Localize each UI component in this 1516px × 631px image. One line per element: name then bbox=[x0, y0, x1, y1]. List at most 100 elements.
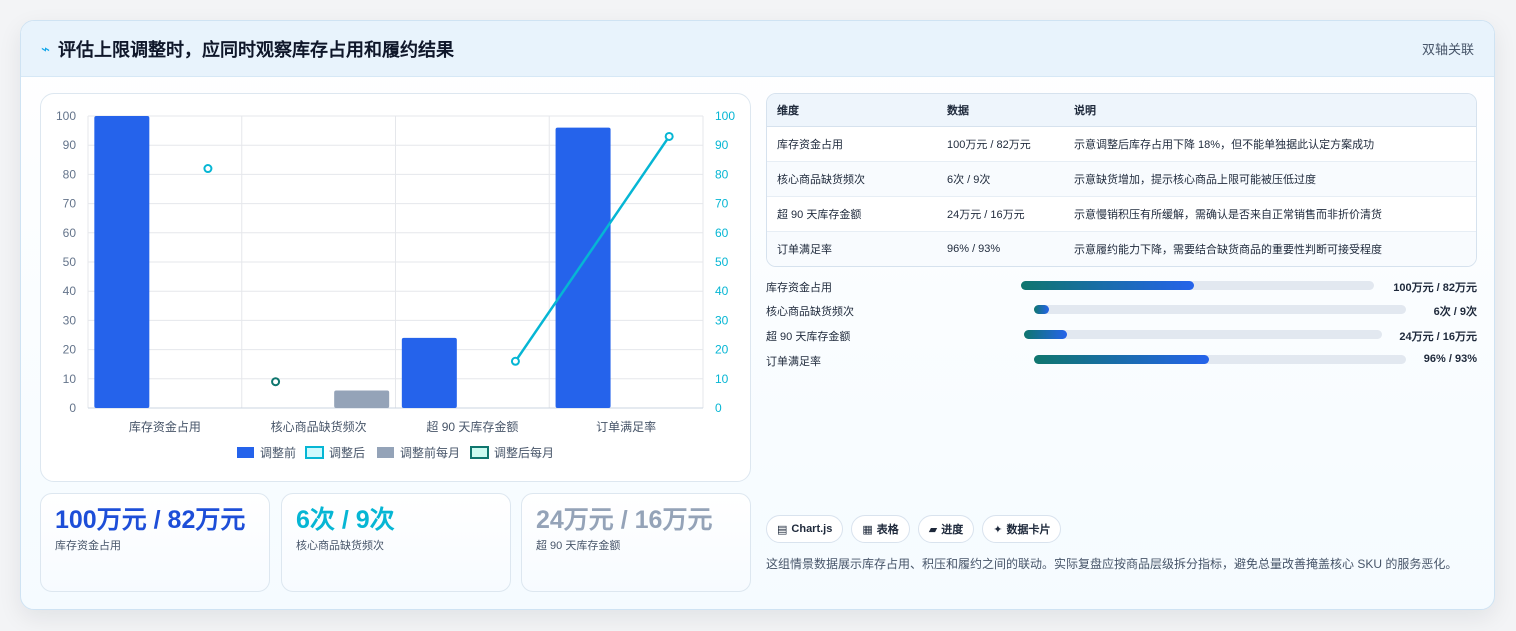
combo-chart: 0 0 10 10 20 20 30 30 40 40 50 50 60 60 70 70 80 80 90 90 10… bbox=[40, 93, 751, 482]
table-header-row: 维度 数据 说明 bbox=[767, 94, 1476, 127]
progress-fill bbox=[1034, 305, 1049, 314]
x-tick-label: 核心商品缺货频次 bbox=[271, 419, 367, 434]
chip-progress[interactable]: ▰ 进度 bbox=[917, 515, 975, 543]
progress-track bbox=[1024, 330, 1382, 339]
legend-swatch bbox=[305, 446, 324, 459]
table-cell: 示意调整后库存占用下降 18%，但不能单独据此认定方案成功 bbox=[1064, 125, 1476, 161]
chip-label: 数据卡片 bbox=[1006, 524, 1051, 536]
kpi-card-stockout: 6次 / 9次 核心商品缺货频次 bbox=[281, 493, 511, 592]
chart-icon: ▤ bbox=[777, 523, 788, 536]
progress-label: 超 90 天库存金额 bbox=[766, 331, 851, 343]
legend-label: 调整后每月 bbox=[494, 445, 554, 460]
table-row: 库存资金占用 100万元 / 82万元 示意调整后库存占用下降 18%，但不能单… bbox=[767, 125, 1476, 161]
chip-chartjs[interactable]: ▤ Chart.js bbox=[766, 515, 844, 543]
table-cell: 示意慢销积压有所缓解，需确认是否来自正常销售而非折价清货 bbox=[1064, 195, 1476, 231]
table-cell: 6次 / 9次 bbox=[937, 160, 1064, 196]
chip-data-card[interactable]: ✦ 数据卡片 bbox=[982, 515, 1062, 543]
y-tick-right: 50 bbox=[715, 255, 729, 269]
y-tick-left: 30 bbox=[63, 313, 77, 327]
page-title: 评估上限调整时，应同时观察库存占用和履约结果 bbox=[58, 39, 455, 60]
kpi-label: 超 90 天库存金额 bbox=[536, 540, 621, 552]
point-调整后 bbox=[664, 131, 674, 141]
bar-调整前 bbox=[401, 337, 457, 408]
y-tick-left: 10 bbox=[63, 372, 77, 386]
column-header: 数据 bbox=[937, 94, 1064, 127]
progress-value: 100万元 / 82万元 bbox=[1393, 282, 1477, 294]
card-header: ⌁ 评估上限调整时，应同时观察库存占用和履约结果 双轴关联 bbox=[21, 21, 1494, 77]
kpi-label: 核心商品缺货频次 bbox=[296, 540, 384, 552]
y-tick-right: 10 bbox=[715, 372, 729, 386]
legend-label: 调整前每月 bbox=[400, 445, 460, 460]
table-cell: 示意履约能力下降，需要结合缺货商品的重要性判断可接受程度 bbox=[1064, 230, 1476, 266]
column-header: 维度 bbox=[767, 94, 937, 127]
y-tick-right: 20 bbox=[715, 343, 729, 357]
point-调整后 bbox=[203, 164, 213, 174]
progress-value: 96% / 93% bbox=[1423, 353, 1477, 365]
y-tick-left: 60 bbox=[63, 226, 77, 240]
table-cell: 100万元 / 82万元 bbox=[937, 125, 1064, 161]
y-tick-right: 80 bbox=[715, 167, 729, 181]
bar-调整前 bbox=[94, 116, 150, 408]
legend-swatch bbox=[470, 446, 489, 459]
table-cell: 超 90 天库存金额 bbox=[767, 195, 937, 231]
progress-fill bbox=[1024, 330, 1067, 339]
tech-chips: ▤ Chart.js ▦ 表格 ▰ 进度 ✦ 数据卡片 bbox=[766, 515, 1062, 543]
table-cell: 示意缺货增加，提示核心商品上限可能被压低过度 bbox=[1064, 160, 1476, 196]
progress-label: 库存资金占用 bbox=[766, 282, 832, 294]
kpi-value: 100万元 / 82万元 bbox=[55, 506, 246, 534]
chip-label: Chart.js bbox=[791, 523, 833, 535]
point-调整后每月 bbox=[271, 377, 281, 387]
y-tick-right: 90 bbox=[715, 138, 729, 152]
progress-value: 6次 / 9次 bbox=[1433, 306, 1477, 318]
table-cell: 24万元 / 16万元 bbox=[937, 195, 1064, 231]
kpi-value: 24万元 / 16万元 bbox=[536, 506, 713, 534]
progress-label: 核心商品缺货频次 bbox=[766, 306, 854, 318]
x-tick-label: 库存资金占用 bbox=[129, 419, 201, 434]
legend-swatch bbox=[377, 447, 394, 458]
progress-fill bbox=[1021, 281, 1194, 290]
data-table: 维度 数据 说明 库存资金占用 100万元 / 82万元 示意调整后库存占用下降… bbox=[766, 93, 1477, 267]
table-cell: 订单满足率 bbox=[767, 230, 937, 266]
footnote: 这组情景数据展示库存占用、积压和履约之间的联动。实际复盘应按商品层级拆分指标，避… bbox=[766, 557, 1458, 571]
chart-svg: 0 0 10 10 20 20 30 30 40 40 50 50 60 60 70 70 80 80 90 90 10… bbox=[56, 109, 735, 460]
kpi-label: 库存资金占用 bbox=[55, 540, 121, 552]
y-tick-left: 80 bbox=[63, 167, 77, 181]
progress-row: 库存资金占用 100万元 / 82万元 bbox=[766, 279, 1477, 294]
chip-table[interactable]: ▦ 表格 bbox=[851, 515, 910, 543]
kpi-value: 6次 / 9次 bbox=[296, 506, 395, 534]
legend-label: 调整前 bbox=[260, 445, 296, 460]
y-tick-right: 70 bbox=[715, 197, 729, 211]
kpi-card-aged-stock: 24万元 / 16万元 超 90 天库存金额 bbox=[521, 493, 751, 592]
y-tick-right: 30 bbox=[715, 313, 729, 327]
y-tick-left: 90 bbox=[63, 138, 77, 152]
y-tick-right: 40 bbox=[715, 284, 729, 298]
y-tick-left: 20 bbox=[63, 343, 77, 357]
legend-label: 调整后 bbox=[329, 445, 365, 460]
pulse-icon: ⌁ bbox=[41, 40, 51, 58]
progress-track bbox=[1034, 305, 1406, 314]
progress-row: 超 90 天库存金额 24万元 / 16万元 bbox=[766, 328, 1477, 343]
chart-card: ⌁ 评估上限调整时，应同时观察库存占用和履约结果 双轴关联 0 0 10 10 20 20… bbox=[20, 20, 1495, 610]
bar-调整前每月 bbox=[334, 390, 390, 408]
chip-label: 进度 bbox=[941, 524, 964, 536]
dual-axis-tag: 双轴关联 bbox=[1421, 42, 1474, 57]
y-tick-right: 60 bbox=[715, 226, 729, 240]
progress-label: 订单满足率 bbox=[766, 356, 821, 368]
y-tick-left: 50 bbox=[63, 255, 77, 269]
table-cell: 库存资金占用 bbox=[767, 125, 937, 161]
table-row: 订单满足率 96% / 93% 示意履约能力下降，需要结合缺货商品的重要性判断可… bbox=[767, 230, 1476, 266]
x-tick-label: 订单满足率 bbox=[596, 419, 656, 434]
point-调整后 bbox=[510, 356, 520, 366]
bar-调整前 bbox=[555, 127, 611, 409]
y-tick-left: 0 bbox=[69, 401, 76, 415]
table-cell: 核心商品缺货频次 bbox=[767, 160, 937, 196]
y-tick-left: 40 bbox=[63, 284, 77, 298]
table-row: 超 90 天库存金额 24万元 / 16万元 示意慢销积压有所缓解，需确认是否来… bbox=[767, 195, 1476, 231]
progress-track bbox=[1034, 355, 1406, 364]
y-tick-right: 100 bbox=[715, 109, 735, 123]
progress-row: 订单满足率 96% / 93% bbox=[766, 353, 1477, 368]
progress-row: 核心商品缺货频次 6次 / 9次 bbox=[766, 303, 1477, 318]
table-icon: ▦ bbox=[862, 523, 873, 536]
table-row: 核心商品缺货频次 6次 / 9次 示意缺货增加，提示核心商品上限可能被压低过度 bbox=[767, 160, 1476, 196]
column-header: 说明 bbox=[1064, 94, 1476, 127]
